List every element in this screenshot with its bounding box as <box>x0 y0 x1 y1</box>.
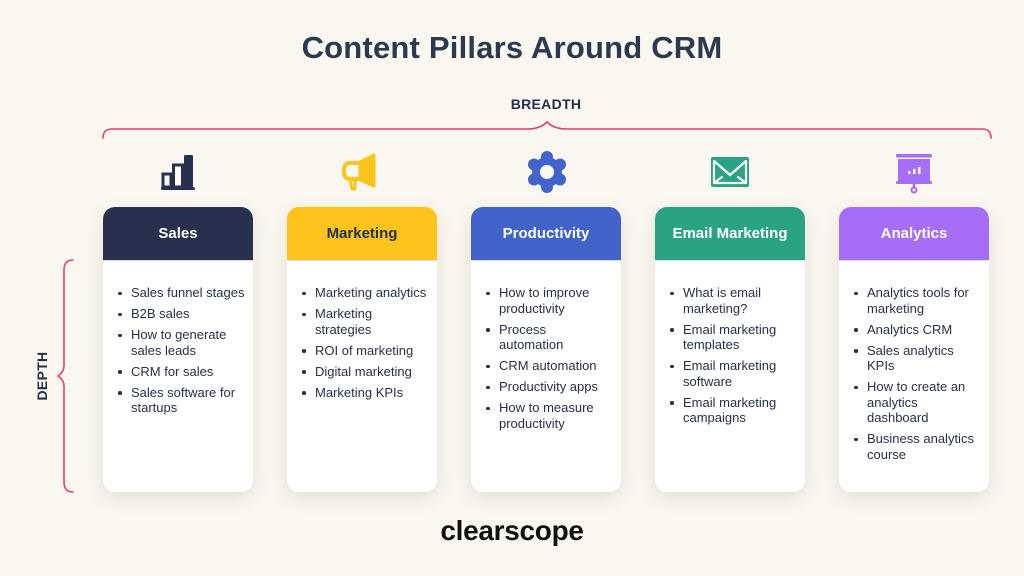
topic-item: B2B sales <box>115 306 245 322</box>
pillar-title: Sales <box>158 225 198 242</box>
pillar-card-sales: Sales Sales funnel stages B2B sales How … <box>103 207 253 492</box>
breadth-brace <box>102 120 992 139</box>
topic-item: How to improve productivity <box>483 285 613 316</box>
topic-item: Analytics tools for marketing <box>851 285 981 316</box>
topic-item: Email marketing campaigns <box>667 395 797 426</box>
pillar-title: Productivity <box>502 225 590 242</box>
topic-list: What is email marketing? Email marketing… <box>667 285 797 426</box>
topic-item: Productivity apps <box>483 379 613 395</box>
topic-item: ROI of marketing <box>299 343 429 359</box>
clearscope-logo: clearscope <box>440 515 584 546</box>
topic-item: Analytics CRM <box>851 322 981 338</box>
pillar-title: Marketing <box>326 225 398 242</box>
megaphone-icon <box>340 150 384 194</box>
topic-item: Digital marketing <box>299 364 429 380</box>
topic-item: CRM automation <box>483 358 613 374</box>
topic-list: Analytics tools for marketing Analytics … <box>851 285 981 462</box>
pillar-title: Email Marketing <box>672 225 788 242</box>
pillar-title: Analytics <box>880 225 948 242</box>
depth-brace <box>56 259 74 493</box>
topic-item: Business analytics course <box>851 431 981 462</box>
topic-item: Marketing analytics <box>299 285 429 301</box>
pillar-card-productivity: Productivity How to improve productivity… <box>471 207 621 492</box>
pillar-header: Analytics <box>839 207 989 261</box>
topic-item: How to create an analytics dashboard <box>851 379 981 426</box>
pillar-card-marketing: Marketing Marketing analytics Marketing … <box>287 207 437 492</box>
topic-item: Email marketing templates <box>667 322 797 353</box>
page-title: Content Pillars Around CRM <box>301 30 723 65</box>
bar-chart-icon <box>156 150 200 194</box>
topic-list: How to improve productivity Process auto… <box>483 285 613 431</box>
topic-item: How to measure productivity <box>483 400 613 431</box>
depth-label: DEPTH <box>34 351 50 401</box>
presentation-board-icon <box>892 150 936 194</box>
topic-item: What is email marketing? <box>667 285 797 316</box>
pillar-header: Productivity <box>471 207 621 261</box>
topic-item: Sales funnel stages <box>115 285 245 301</box>
topic-item: Process automation <box>483 322 613 353</box>
pillar-card-email-marketing: Email Marketing What is email marketing?… <box>655 207 805 492</box>
topic-list: Marketing analytics Marketing strategies… <box>299 285 429 400</box>
topic-list: Sales funnel stages B2B sales How to gen… <box>115 285 245 416</box>
pillar-header: Marketing <box>287 207 437 261</box>
pillar-card-analytics: Analytics Analytics tools for marketing … <box>839 207 989 492</box>
topic-item: Email marketing software <box>667 358 797 389</box>
topic-item: Sales software for startups <box>115 385 245 416</box>
pillar-header: Sales <box>103 207 253 261</box>
envelope-icon <box>708 150 752 194</box>
topic-item: Marketing strategies <box>299 306 429 337</box>
gear-icon <box>525 150 569 194</box>
pillar-header: Email Marketing <box>655 207 805 261</box>
breadth-label: BREADTH <box>510 96 582 112</box>
topic-item: CRM for sales <box>115 364 245 380</box>
topic-item: Sales analytics KPIs <box>851 343 981 374</box>
topic-item: Marketing KPIs <box>299 385 429 401</box>
topic-item: How to generate sales leads <box>115 327 245 358</box>
